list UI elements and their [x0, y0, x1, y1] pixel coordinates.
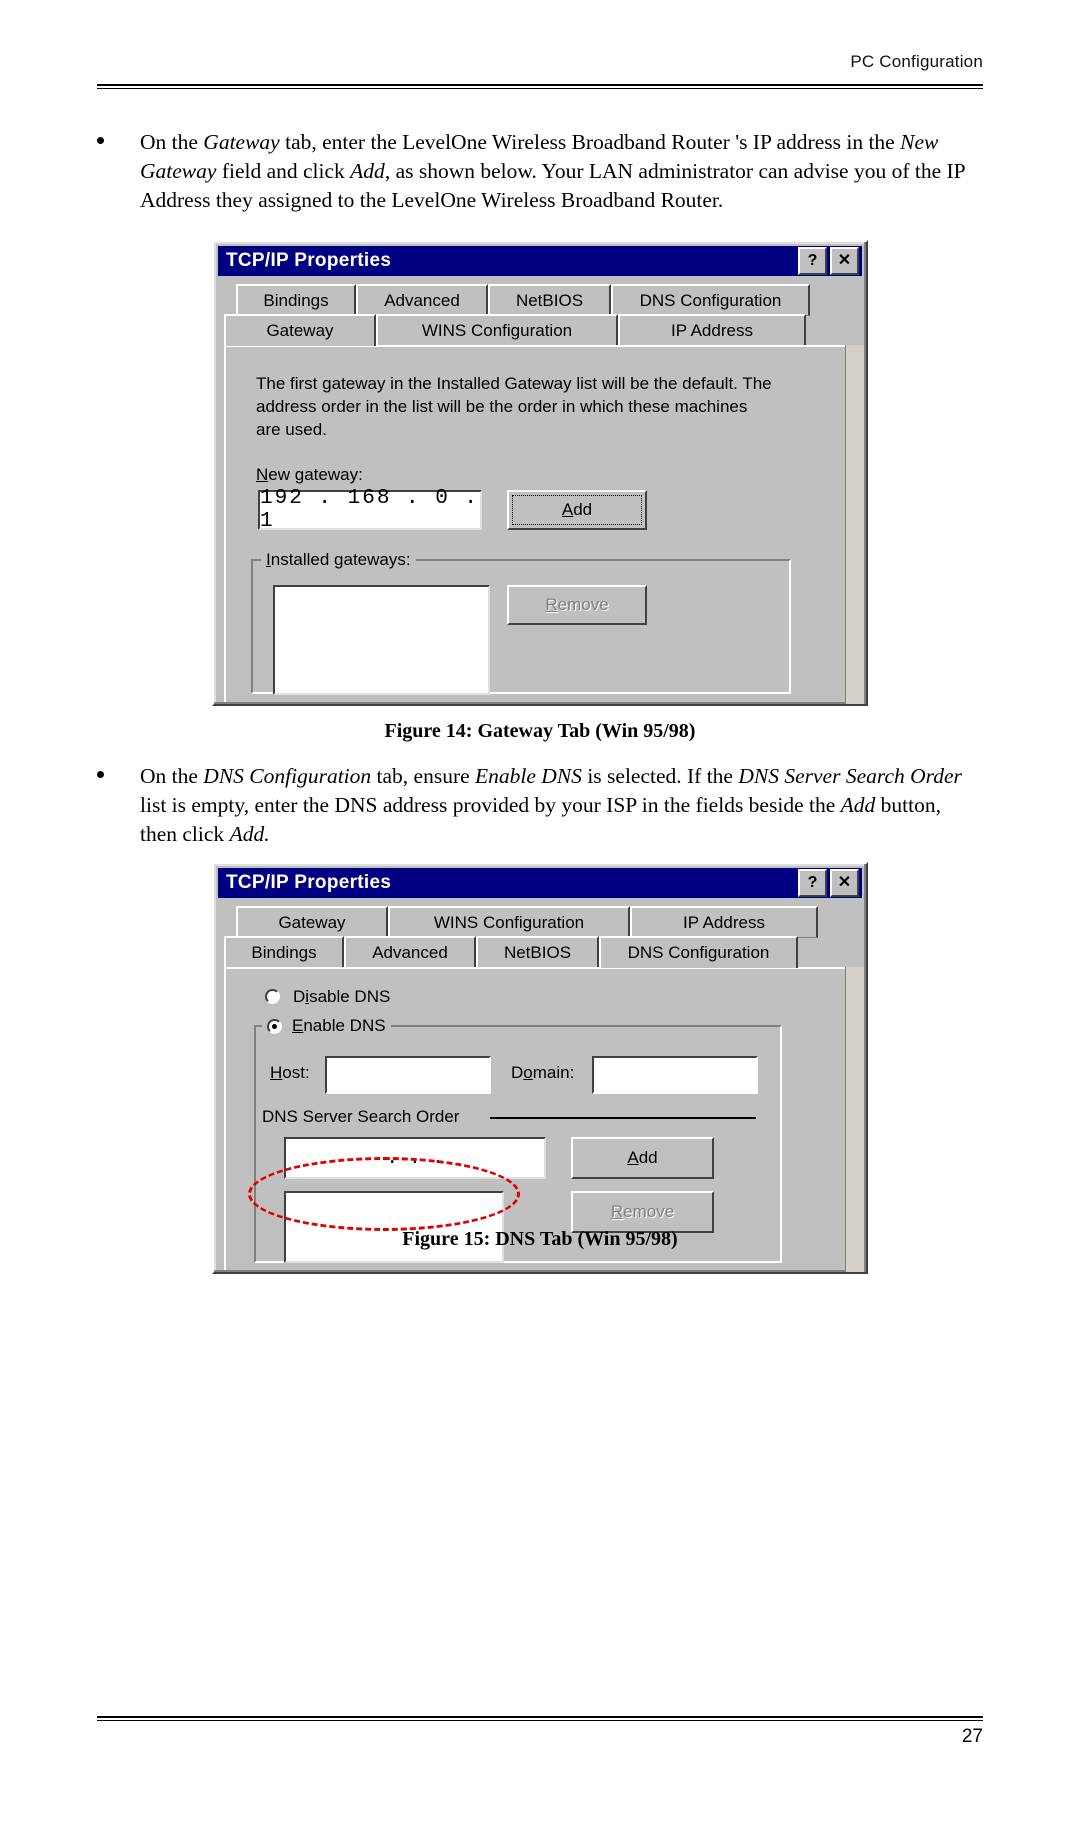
figure-14-caption: Figure 14: Gateway Tab (Win 95/98) — [384, 720, 696, 742]
focus-ring — [512, 495, 642, 525]
tab-gateway[interactable]: Gateway — [236, 906, 388, 938]
tab-advanced[interactable]: Advanced — [344, 936, 476, 968]
tab-netbios[interactable]: NetBIOS — [488, 284, 611, 316]
help-icon[interactable]: ? — [798, 247, 827, 275]
tab-netbios[interactable]: NetBIOS — [476, 936, 599, 968]
gateway-description: The first gateway in the Installed Gatew… — [256, 374, 772, 439]
tab-advanced[interactable]: Advanced — [356, 284, 488, 316]
dialog-titlebar: TCP/IP Properties ? ✕ — [218, 868, 862, 898]
dns-server-ip-input[interactable]: . . . — [284, 1137, 546, 1179]
domain-input[interactable] — [592, 1056, 758, 1094]
tab-wins-configuration[interactable]: WINS Configuration — [376, 314, 618, 346]
dns-search-order-rule — [490, 1117, 756, 1119]
bullet-marker — [97, 137, 104, 144]
page-number: 27 — [961, 1726, 983, 1747]
tabstrip-row-2: Bindings Advanced NetBIOS DNS Configurat… — [224, 936, 798, 968]
new-gateway-label: New gateway: — [256, 465, 363, 484]
dns-search-order-listbox[interactable] — [284, 1191, 504, 1263]
dialog-title: TCP/IP Properties — [226, 872, 392, 893]
radio-disable-dns-label[interactable]: Disable DNS — [293, 987, 390, 1007]
add-dns-label: Add — [627, 1148, 658, 1167]
document-page: PC Configuration On the Gateway tab, ent… — [0, 0, 1080, 1822]
domain-label: Domain: — [511, 1063, 575, 1082]
radio-disable-dns[interactable] — [265, 989, 280, 1004]
radio-selected-dot — [272, 1024, 277, 1029]
dialog-scrollbar[interactable] — [845, 967, 864, 1272]
tab-bindings[interactable]: Bindings — [236, 284, 356, 316]
tabpanel-gateway: The first gateway in the Installed Gatew… — [224, 345, 850, 702]
bullet-gateway-instruction: On the Gateway tab, enter the LevelOne W… — [97, 128, 967, 215]
new-gateway-input[interactable]: 192 . 168 . 0 . 1 — [258, 487, 482, 533]
tcpip-properties-dialog-dns[interactable]: TCP/IP Properties ? ✕ Gateway WINS Confi… — [212, 862, 868, 1274]
dns-search-order-label: DNS Server Search Order — [262, 1107, 460, 1126]
remove-dns-button[interactable]: Remove — [571, 1191, 714, 1233]
host-input[interactable] — [325, 1056, 491, 1094]
close-icon[interactable]: ✕ — [830, 869, 859, 897]
tab-dns-configuration[interactable]: DNS Configuration — [611, 284, 810, 316]
bullet-dns-instruction: On the DNS Configuration tab, ensure Ena… — [97, 762, 967, 849]
help-icon[interactable]: ? — [798, 869, 827, 897]
dialog-titlebar: TCP/IP Properties ? ✕ — [218, 246, 862, 276]
tab-wins-configuration[interactable]: WINS Configuration — [388, 906, 630, 938]
installed-gateways-listbox[interactable] — [273, 585, 490, 695]
dialog-scrollbar[interactable] — [845, 345, 864, 704]
remove-gateway-label: Remove — [545, 595, 609, 614]
figure-15-caption: Figure 15: DNS Tab (Win 95/98) — [402, 1228, 678, 1250]
titlebar-buttons: ? ✕ — [798, 247, 862, 275]
host-label: Host: — [270, 1063, 310, 1082]
tab-dns-configuration[interactable]: DNS Configuration — [599, 936, 798, 968]
bullet-marker — [97, 771, 104, 778]
tab-gateway[interactable]: Gateway — [224, 314, 376, 346]
installed-gateways-label: Installed gateways: — [261, 550, 416, 570]
tcpip-properties-dialog-gateway[interactable]: TCP/IP Properties ? ✕ Bindings Advanced … — [212, 240, 868, 706]
tabstrip-row-2: Gateway WINS Configuration IP Address — [224, 314, 806, 346]
tabstrip-row-1: Gateway WINS Configuration IP Address — [236, 906, 818, 938]
close-icon[interactable]: ✕ — [830, 247, 859, 275]
tabstrip-row-1: Bindings Advanced NetBIOS DNS Configurat… — [236, 284, 810, 316]
radio-enable-dns[interactable] — [267, 1019, 282, 1034]
titlebar-buttons: ? ✕ — [798, 869, 862, 897]
add-gateway-button[interactable]: Add — [507, 490, 647, 530]
running-header: PC Configuration — [850, 52, 983, 71]
remove-dns-label: Remove — [610, 1202, 675, 1221]
bullet-text: On the Gateway tab, enter the LevelOne W… — [140, 130, 965, 212]
tab-bindings[interactable]: Bindings — [224, 936, 344, 968]
footer-rule — [97, 1716, 983, 1721]
tabpanel-dns-configuration: Disable DNS Enable DNS Host: Domain: DNS… — [224, 967, 850, 1270]
remove-gateway-button[interactable]: Remove — [507, 585, 647, 625]
dialog-title: TCP/IP Properties — [226, 250, 392, 271]
tab-ip-address[interactable]: IP Address — [618, 314, 806, 346]
bullet-text: On the DNS Configuration tab, ensure Ena… — [140, 764, 962, 846]
tab-ip-address[interactable]: IP Address — [630, 906, 818, 938]
add-dns-button[interactable]: Add — [571, 1137, 714, 1179]
header-rule — [97, 84, 983, 89]
